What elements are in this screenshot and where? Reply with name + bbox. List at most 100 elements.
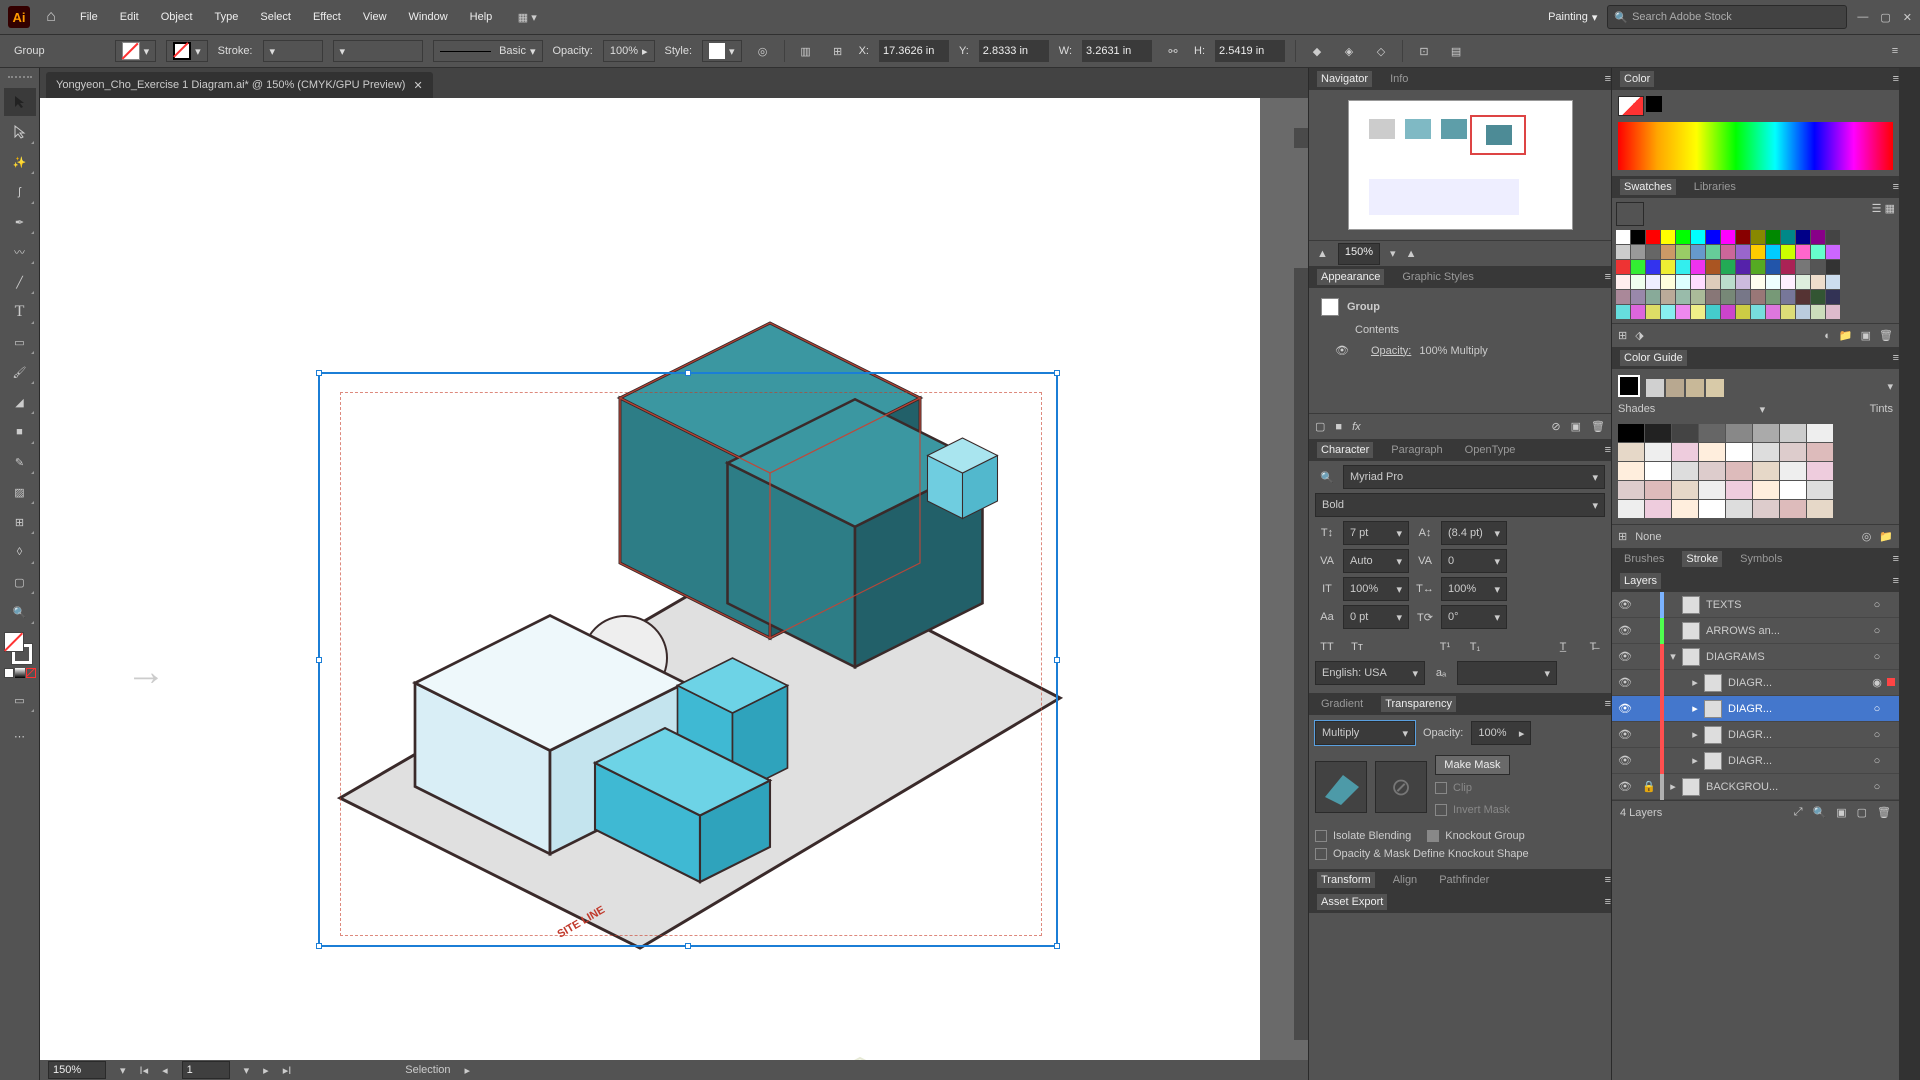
- visibility-icon[interactable]: 👁: [1612, 728, 1638, 741]
- link-wh-icon[interactable]: ⚯: [1162, 40, 1184, 62]
- isolate-checkbox[interactable]: [1315, 830, 1327, 842]
- clip-checkbox[interactable]: [1435, 782, 1447, 794]
- shape-checkbox[interactable]: [1315, 848, 1327, 860]
- panel-menu-icon[interactable]: ≡: [1893, 181, 1899, 193]
- search-stock[interactable]: 🔍Search Adobe Stock: [1607, 5, 1847, 29]
- leading-field[interactable]: (8.4 pt)▾: [1441, 521, 1507, 545]
- stroke-weight[interactable]: ▾: [263, 40, 323, 62]
- lock-icon[interactable]: 🔒: [1638, 780, 1660, 793]
- brush-def[interactable]: Basic ▾: [433, 40, 543, 62]
- target-icon[interactable]: ○: [1867, 781, 1887, 793]
- disclose-icon[interactable]: ▸: [1686, 728, 1704, 741]
- add-stroke-icon[interactable]: ▢: [1315, 420, 1325, 433]
- stroke-color-dropdown[interactable]: ▾: [166, 40, 208, 62]
- close-icon[interactable]: ✕: [1903, 11, 1912, 24]
- prev-artboard-icon[interactable]: ◂: [162, 1064, 168, 1077]
- tab-asset-export[interactable]: Asset Export: [1317, 894, 1387, 910]
- layer-row[interactable]: 👁 TEXTS ○: [1612, 592, 1899, 618]
- panel-menu-icon[interactable]: ≡: [1893, 352, 1899, 364]
- color-spectrum[interactable]: [1618, 122, 1893, 170]
- layer-row[interactable]: 👁 ▸ DIAGR... ◉: [1612, 670, 1899, 696]
- opacity-label[interactable]: Opacity:: [1371, 345, 1411, 357]
- selection-tool[interactable]: [4, 88, 36, 116]
- tab-gradient[interactable]: Gradient: [1317, 696, 1367, 712]
- panel-menu-icon[interactable]: ≡: [1893, 575, 1899, 587]
- swatch-list-icon[interactable]: ☰: [1872, 203, 1882, 215]
- delete-icon[interactable]: 🗑: [1591, 420, 1605, 433]
- menu-edit[interactable]: Edit: [112, 7, 147, 27]
- panel-menu-icon[interactable]: ≡: [1893, 553, 1899, 565]
- swatch-group-icon[interactable]: 📁: [1839, 329, 1853, 342]
- delete-layer-icon[interactable]: 🗑: [1877, 806, 1891, 819]
- eyedropper-tool[interactable]: ✎: [4, 448, 36, 476]
- menu-select[interactable]: Select: [252, 7, 299, 27]
- clear-icon[interactable]: ⊘: [1551, 420, 1560, 433]
- tab-transform[interactable]: Transform: [1317, 872, 1375, 888]
- workspace-dropdown[interactable]: Painting▾: [1548, 11, 1597, 24]
- style-dropdown[interactable]: ▾: [702, 40, 742, 62]
- base-color-swatch[interactable]: [1618, 375, 1640, 397]
- target-icon[interactable]: ○: [1867, 729, 1887, 741]
- tab-navigator[interactable]: Navigator: [1317, 71, 1372, 87]
- nav-zoom-value[interactable]: 150%: [1338, 243, 1380, 265]
- swatch-opts-icon[interactable]: ◐: [1824, 330, 1831, 342]
- new-sublayer-icon[interactable]: ▣: [1836, 806, 1846, 819]
- new-layer-icon[interactable]: ▢: [1857, 806, 1867, 819]
- target-icon[interactable]: ◉: [1867, 676, 1887, 689]
- nav-zoom-dropdown-icon[interactable]: ▾: [1390, 247, 1396, 260]
- tracking-field[interactable]: 0▾: [1441, 549, 1507, 573]
- tab-appearance[interactable]: Appearance: [1317, 269, 1384, 285]
- add-fill-icon[interactable]: ■: [1335, 421, 1342, 433]
- visibility-icon[interactable]: 👁: [1612, 650, 1638, 663]
- document-tab[interactable]: Yongyeon_Cho_Exercise 1 Diagram.ai* @ 15…: [46, 72, 433, 98]
- toolbox-grip[interactable]: [8, 76, 32, 82]
- vertical-scrollbar[interactable]: [1294, 128, 1308, 1040]
- swatch-menu-icon[interactable]: ⬗: [1635, 329, 1643, 342]
- canvas[interactable]: →: [40, 98, 1308, 1060]
- direct-selection-tool[interactable]: [4, 118, 36, 146]
- zoom-slider-icon[interactable]: ▲: [1406, 248, 1417, 260]
- status-dropdown-icon[interactable]: ▸: [465, 1064, 471, 1077]
- baseline-field[interactable]: 0 pt▾: [1343, 605, 1409, 629]
- visibility-icon[interactable]: 👁: [1612, 624, 1638, 637]
- layer-row[interactable]: 👁 ▸ DIAGR... ○: [1612, 696, 1899, 722]
- zoom-field[interactable]: [48, 1061, 106, 1079]
- visibility-icon[interactable]: 👁: [1612, 780, 1638, 793]
- disclose-icon[interactable]: ▾: [1664, 650, 1682, 663]
- tab-info[interactable]: Info: [1386, 71, 1412, 87]
- opacity-value[interactable]: 100% ▸: [603, 40, 655, 62]
- h-field[interactable]: [1215, 40, 1285, 62]
- tab-stroke[interactable]: Stroke: [1682, 551, 1722, 567]
- visibility-icon[interactable]: 👁: [1612, 754, 1638, 767]
- tab-color[interactable]: Color: [1620, 71, 1654, 87]
- tab-layers[interactable]: Layers: [1620, 573, 1661, 589]
- locate-icon[interactable]: ⤢: [1794, 806, 1803, 819]
- target-icon[interactable]: ○: [1867, 703, 1887, 715]
- swatch-fg-bg[interactable]: [1616, 202, 1644, 226]
- font-search-icon[interactable]: 🔍: [1315, 471, 1339, 484]
- y-field[interactable]: [979, 40, 1049, 62]
- zoom-out-icon[interactable]: ▲: [1317, 248, 1328, 260]
- layer-row[interactable]: 👁 🔒 ▸ BACKGROU... ○: [1612, 774, 1899, 800]
- last-artboard-icon[interactable]: ▸I: [283, 1064, 292, 1077]
- menu-window[interactable]: Window: [401, 7, 456, 27]
- menu-file[interactable]: File: [72, 7, 106, 27]
- menu-help[interactable]: Help: [462, 7, 501, 27]
- close-tab-icon[interactable]: ✕: [413, 79, 422, 92]
- harmony-dropdown-icon[interactable]: ▾: [1887, 380, 1893, 393]
- subscript-icon[interactable]: T₁: [1463, 637, 1487, 657]
- visibility-icon[interactable]: 👁: [1612, 598, 1638, 611]
- visibility-icon[interactable]: 👁: [1612, 676, 1638, 689]
- menu-type[interactable]: Type: [207, 7, 247, 27]
- recolor-icon[interactable]: ◎: [752, 40, 774, 62]
- next-artboard-icon[interactable]: ▸: [263, 1064, 269, 1077]
- mesh-tool[interactable]: ⊞: [4, 508, 36, 536]
- rectangle-tool[interactable]: ▭: [4, 328, 36, 356]
- tab-pathfinder[interactable]: Pathfinder: [1435, 872, 1493, 888]
- w-field[interactable]: [1082, 40, 1152, 62]
- menu-object[interactable]: Object: [153, 7, 201, 27]
- add-effect-icon[interactable]: fx: [1352, 421, 1361, 433]
- shape2-icon[interactable]: ◈: [1338, 40, 1360, 62]
- swatch-new-icon[interactable]: ▣: [1861, 329, 1871, 342]
- guide-save-icon[interactable]: 📁: [1879, 530, 1893, 543]
